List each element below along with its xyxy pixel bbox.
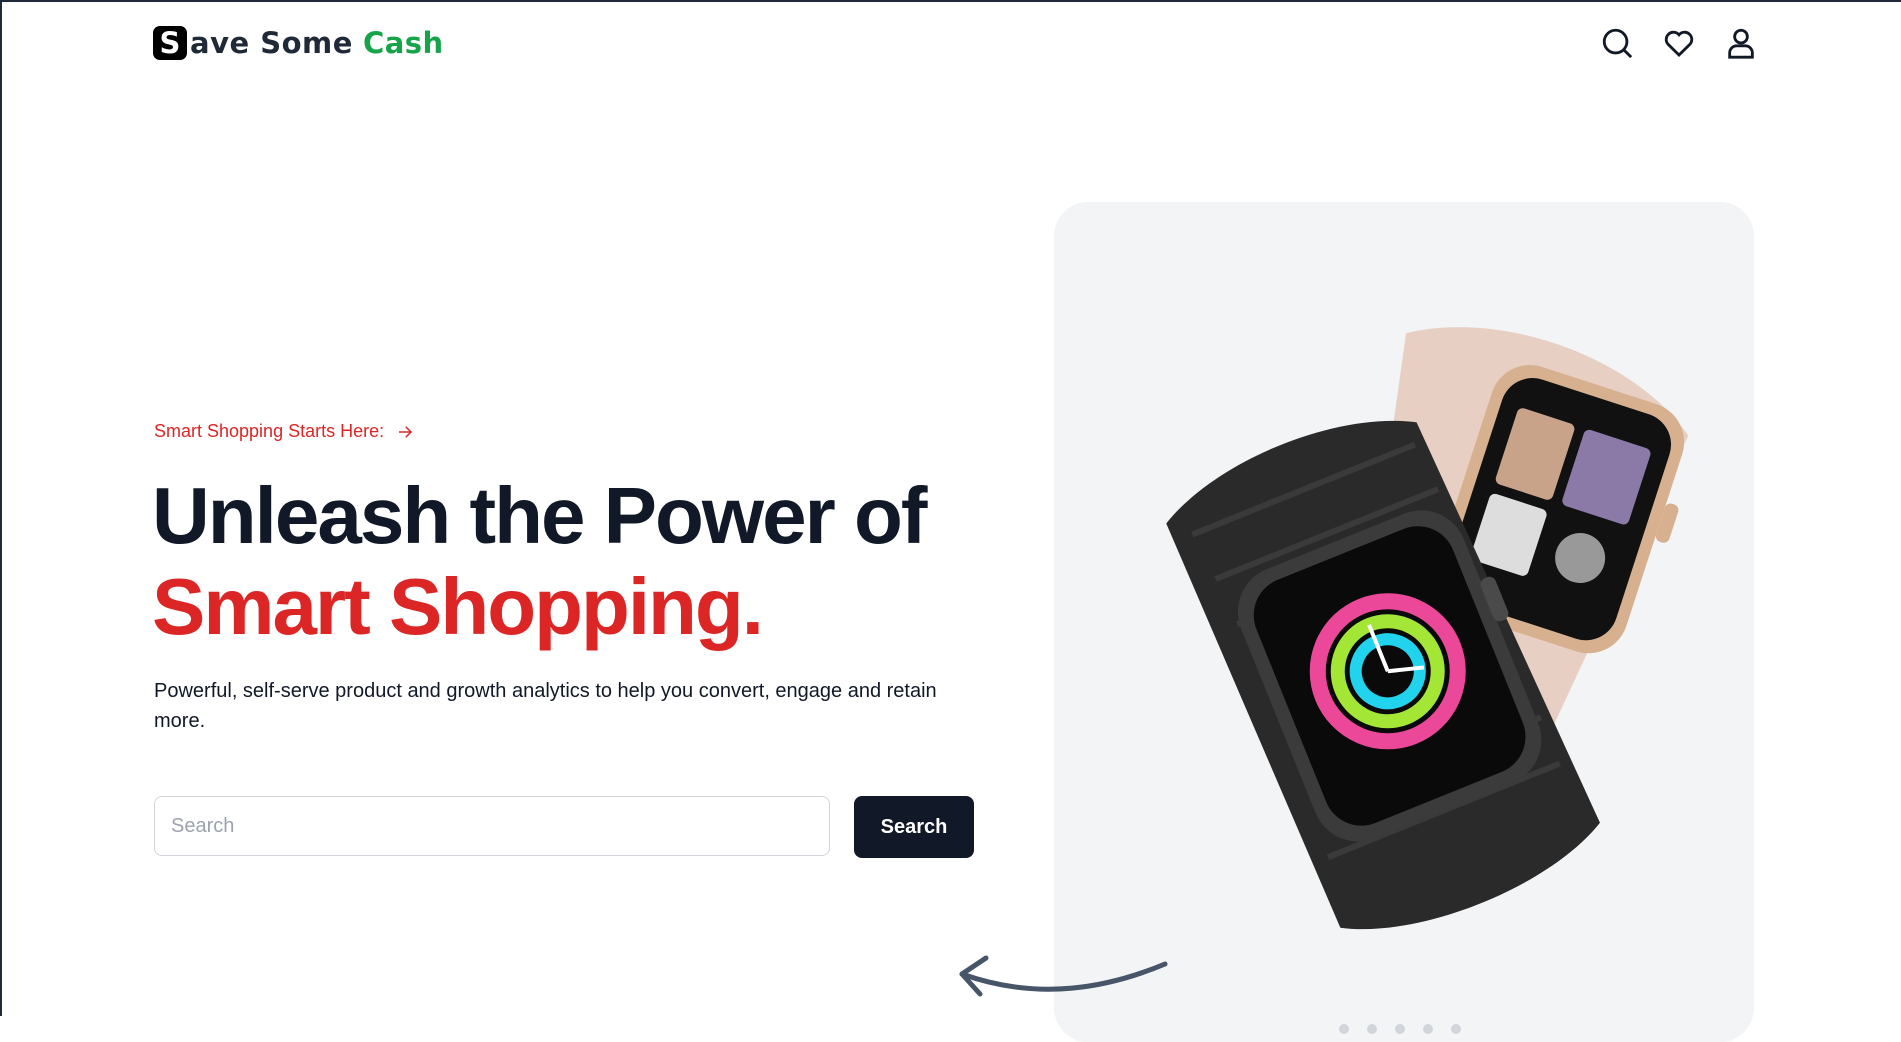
search-input[interactable] (154, 796, 830, 856)
logo-mark: S (153, 26, 187, 60)
brand-logo[interactable]: S ave Some Cash (153, 26, 444, 60)
brand-name: ave Some Cash (190, 26, 444, 60)
site-header: S ave Some Cash (2, 2, 1901, 84)
carousel-dot[interactable] (1423, 1024, 1433, 1034)
carousel-dots (1339, 1024, 1461, 1034)
headline-line-1: Unleash the Power of (152, 471, 927, 560)
headline-line-2: Smart Shopping. (152, 562, 764, 651)
search-icon[interactable] (1600, 26, 1634, 60)
hero-subtext: Powerful, self-serve product and growth … (154, 680, 937, 732)
header-actions (1600, 26, 1758, 60)
hero-eyebrow[interactable]: Smart Shopping Starts Here: (154, 421, 414, 442)
brand-name-main: ave Some (190, 26, 353, 60)
eyebrow-text: Smart Shopping Starts Here: (154, 421, 385, 441)
carousel-dot[interactable] (1395, 1024, 1405, 1034)
brand-name-accent: Cash (362, 26, 444, 60)
curved-arrow-decoration (959, 955, 1168, 997)
arrow-right-icon (399, 425, 413, 438)
product-showcase-card (1054, 202, 1754, 1042)
heart-icon[interactable] (1662, 26, 1696, 60)
hero-headline: Unleash the Power of Smart Shopping. (152, 470, 927, 652)
carousel-dot[interactable] (1367, 1024, 1377, 1034)
carousel-dot[interactable] (1339, 1024, 1349, 1034)
smartwatch-image (1166, 327, 1689, 930)
search-button[interactable]: Search (854, 796, 974, 858)
carousel-dot[interactable] (1451, 1024, 1461, 1034)
user-icon[interactable] (1724, 26, 1758, 60)
